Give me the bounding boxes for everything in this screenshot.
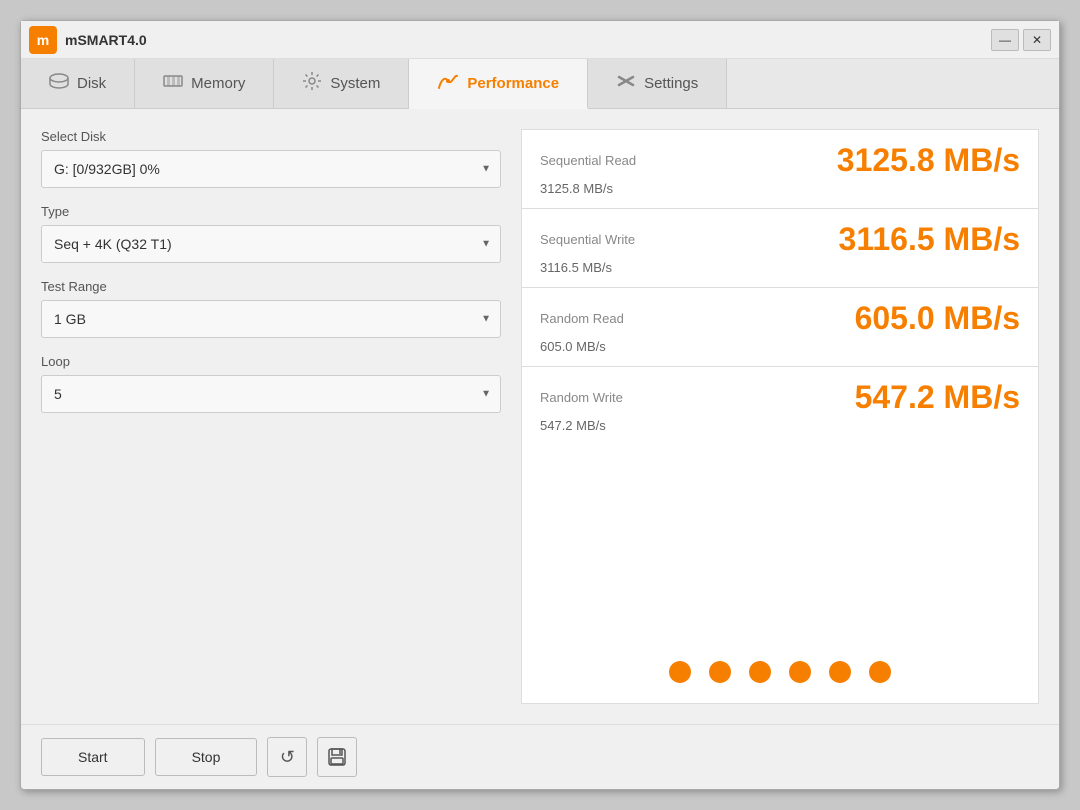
type-wrapper: Seq + 4K (Q32 T1) ▼ <box>41 225 501 263</box>
progress-dot-4 <box>829 661 851 683</box>
type-label: Type <box>41 204 501 219</box>
window-controls: — ✕ <box>991 29 1051 51</box>
start-button[interactable]: Start <box>41 738 145 776</box>
progress-dot-1 <box>709 661 731 683</box>
tab-disk-label: Disk <box>77 75 106 92</box>
stop-button[interactable]: Stop <box>155 738 258 776</box>
progress-area <box>521 445 1039 704</box>
metric-value-large: 605.0 MB/s <box>855 300 1020 337</box>
tab-system[interactable]: System <box>274 59 409 108</box>
test-range-wrapper: 1 GB ▼ <box>41 300 501 338</box>
metric-value-small: 3116.5 MB/s <box>540 260 1020 275</box>
tab-memory-label: Memory <box>191 75 245 92</box>
save-icon <box>327 747 347 767</box>
loop-label: Loop <box>41 354 501 369</box>
metric-top: Sequential Write 3116.5 MB/s <box>540 221 1020 258</box>
metric-card-3: Random Write 547.2 MB/s 547.2 MB/s <box>521 366 1039 445</box>
metric-value-large: 3116.5 MB/s <box>839 221 1020 258</box>
select-disk-wrapper: G: [0/932GB] 0% ▼ <box>41 150 501 188</box>
select-disk-group: Select Disk G: [0/932GB] 0% ▼ <box>41 129 501 188</box>
title-bar-left: m mSMART4.0 <box>29 26 147 54</box>
tab-performance-label: Performance <box>467 75 559 92</box>
refresh-button[interactable]: ↺ <box>267 737 307 777</box>
metric-value-small: 3125.8 MB/s <box>540 181 1020 196</box>
app-title: mSMART4.0 <box>65 32 147 48</box>
metric-top: Sequential Read 3125.8 MB/s <box>540 142 1020 179</box>
loop-wrapper: 5 ▼ <box>41 375 501 413</box>
dots-row <box>540 653 1020 691</box>
main-window: m mSMART4.0 — ✕ Disk Memory System <box>20 20 1060 790</box>
tab-system-label: System <box>330 75 380 92</box>
disk-icon <box>49 71 69 96</box>
loop-input[interactable]: 5 <box>41 375 501 413</box>
settings-icon <box>616 74 636 93</box>
tab-disk[interactable]: Disk <box>21 59 135 108</box>
progress-dot-5 <box>869 661 891 683</box>
metric-value-large: 547.2 MB/s <box>855 379 1020 416</box>
minimize-button[interactable]: — <box>991 29 1019 51</box>
memory-icon <box>163 73 183 94</box>
type-group: Type Seq + 4K (Q32 T1) ▼ <box>41 204 501 263</box>
main-content: Select Disk G: [0/932GB] 0% ▼ Type Seq +… <box>21 109 1059 724</box>
metric-name: Sequential Read <box>540 153 636 168</box>
test-range-input[interactable]: 1 GB <box>41 300 501 338</box>
tab-bar: Disk Memory System Performance Settings <box>21 59 1059 109</box>
type-input[interactable]: Seq + 4K (Q32 T1) <box>41 225 501 263</box>
metric-top: Random Write 547.2 MB/s <box>540 379 1020 416</box>
tab-settings[interactable]: Settings <box>588 59 727 108</box>
tab-settings-label: Settings <box>644 75 698 92</box>
metric-card-0: Sequential Read 3125.8 MB/s 3125.8 MB/s <box>521 129 1039 208</box>
metric-name: Random Read <box>540 311 624 326</box>
progress-dot-0 <box>669 661 691 683</box>
left-panel: Select Disk G: [0/932GB] 0% ▼ Type Seq +… <box>41 129 501 704</box>
system-icon <box>302 71 322 96</box>
progress-dot-2 <box>749 661 771 683</box>
bottom-bar: Start Stop ↺ <box>21 724 1059 789</box>
metric-top: Random Read 605.0 MB/s <box>540 300 1020 337</box>
tab-performance[interactable]: Performance <box>409 59 588 109</box>
close-button[interactable]: ✕ <box>1023 29 1051 51</box>
metric-card-2: Random Read 605.0 MB/s 605.0 MB/s <box>521 287 1039 366</box>
test-range-label: Test Range <box>41 279 501 294</box>
performance-icon <box>437 72 459 95</box>
metric-value-large: 3125.8 MB/s <box>837 142 1020 179</box>
metric-value-small: 605.0 MB/s <box>540 339 1020 354</box>
metric-card-1: Sequential Write 3116.5 MB/s 3116.5 MB/s <box>521 208 1039 287</box>
tab-memory[interactable]: Memory <box>135 59 274 108</box>
test-range-group: Test Range 1 GB ▼ <box>41 279 501 338</box>
app-logo: m <box>29 26 57 54</box>
save-button[interactable] <box>317 737 357 777</box>
title-bar: m mSMART4.0 — ✕ <box>21 21 1059 59</box>
progress-dot-3 <box>789 661 811 683</box>
select-disk-label: Select Disk <box>41 129 501 144</box>
loop-group: Loop 5 ▼ <box>41 354 501 413</box>
metric-name: Sequential Write <box>540 232 635 247</box>
select-disk-input[interactable]: G: [0/932GB] 0% <box>41 150 501 188</box>
metric-value-small: 547.2 MB/s <box>540 418 1020 433</box>
metric-name: Random Write <box>540 390 623 405</box>
right-panel: Sequential Read 3125.8 MB/s 3125.8 MB/s … <box>521 129 1039 704</box>
